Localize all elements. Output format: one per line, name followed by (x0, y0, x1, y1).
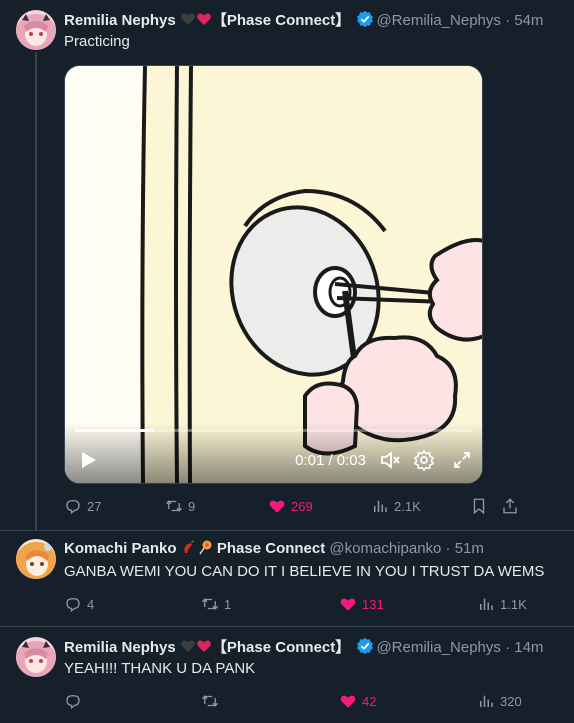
reply-count: 4 (87, 596, 95, 612)
tweet[interactable]: Remilia Nephys 【Phase Connect】 @Remilia_… (0, 0, 574, 530)
retweet-button[interactable]: 9 (165, 496, 195, 516)
views-chart-icon (374, 500, 387, 512)
tweet-header: Komachi Panko Phase Connect @komachipank… (64, 539, 564, 559)
like-button[interactable]: 269 (268, 496, 313, 516)
thread-line (35, 52, 37, 530)
display-name[interactable]: Komachi Panko (64, 540, 177, 557)
tweet-text: Practicing (64, 33, 130, 50)
retweet-button[interactable]: 1 (201, 594, 231, 614)
tweet-actions: 42 320 (64, 691, 534, 711)
avatar[interactable] (16, 637, 56, 677)
reply-button[interactable] (64, 691, 87, 711)
separator-dot: · (505, 639, 511, 656)
timestamp[interactable]: 14m (514, 639, 543, 656)
views-count: 1.1K (500, 596, 527, 612)
video-time-readout: 0:01 / 0:03 (295, 452, 366, 469)
tweet-text: GANBA WEMI YOU CAN DO IT I BELIEVE IN YO… (64, 563, 545, 580)
retweet-icon (201, 598, 219, 610)
user-handle[interactable]: @komachipanko (329, 540, 441, 557)
user-handle[interactable]: @Remilia_Nephys (376, 12, 500, 29)
retweet-count: 9 (188, 498, 196, 514)
timestamp[interactable]: 51m (455, 540, 484, 557)
heart-filled-icon (340, 695, 356, 708)
progress-bar-fill (75, 429, 155, 432)
chili-pepper-icon (181, 539, 197, 559)
views-button[interactable]: 320 (477, 691, 522, 711)
red-heart-icon (196, 638, 212, 657)
views-count: 320 (500, 693, 522, 709)
verified-badge-icon[interactable] (356, 637, 374, 657)
views-chart-icon (480, 695, 493, 707)
tweet-reply[interactable]: Komachi Panko Phase Connect @komachipank… (0, 530, 574, 627)
display-name-suffix: 【Phase Connect】 (211, 12, 351, 29)
display-name[interactable]: Remilia Nephys (64, 639, 176, 656)
views-chart-icon (480, 598, 493, 610)
share-icon (503, 498, 517, 514)
timestamp[interactable]: 54m (514, 12, 543, 29)
tweet-text: YEAH!!! THANK U DA PANK (64, 660, 256, 677)
heart-filled-icon (340, 598, 356, 611)
share-button[interactable] (501, 496, 519, 516)
mute-icon[interactable] (379, 449, 401, 471)
reply-icon (66, 500, 80, 515)
reply-icon (66, 695, 80, 710)
separator-dot: · (505, 12, 511, 29)
like-count: 42 (362, 693, 377, 709)
display-name-suffix: 【Phase Connect】 (211, 639, 351, 656)
play-icon[interactable] (77, 449, 99, 471)
black-heart-icon (180, 11, 196, 30)
views-button[interactable]: 1.1K (477, 594, 527, 614)
bookmark-icon (473, 498, 485, 515)
red-heart-icon (196, 11, 212, 30)
reply-button[interactable]: 4 (64, 594, 94, 614)
fullscreen-icon[interactable] (451, 449, 473, 471)
reply-count: 27 (87, 498, 102, 514)
reply-icon (66, 598, 80, 613)
views-button[interactable]: 2.1K (371, 496, 421, 516)
like-count: 131 (362, 596, 384, 612)
tweet-reply[interactable]: Remilia Nephys 【Phase Connect】 @Remilia_… (0, 626, 574, 723)
verified-badge-icon[interactable] (356, 10, 374, 30)
tweet-actions: 27 9 269 2.1K (64, 496, 534, 516)
tweet-header: Remilia Nephys 【Phase Connect】 @Remilia_… (64, 10, 564, 30)
settings-gear-icon[interactable] (413, 449, 435, 471)
tweet-header: Remilia Nephys 【Phase Connect】 @Remilia_… (64, 637, 564, 657)
like-button[interactable]: 131 (339, 594, 384, 614)
like-button[interactable]: 42 (339, 691, 376, 711)
video-frame-image (65, 66, 482, 483)
display-name[interactable]: Remilia Nephys (64, 12, 176, 29)
heart-filled-icon (269, 500, 285, 513)
user-handle[interactable]: @Remilia_Nephys (376, 639, 500, 656)
tweet-actions: 4 1 131 1.1K (64, 594, 534, 614)
retweet-icon (165, 500, 183, 512)
video-player[interactable]: 0:01 / 0:03 (64, 65, 483, 484)
retweet-icon (201, 695, 219, 707)
avatar[interactable] (16, 539, 56, 579)
separator-dot: · (445, 540, 451, 557)
video-controls: 0:01 / 0:03 (65, 423, 482, 483)
lollipop-icon (197, 539, 213, 559)
retweet-count: 1 (224, 596, 232, 612)
avatar[interactable] (16, 10, 56, 50)
display-name-suffix: Phase Connect (216, 540, 326, 557)
retweet-button[interactable] (201, 691, 224, 711)
like-count: 269 (291, 498, 313, 514)
progress-bar[interactable] (75, 429, 472, 432)
bookmark-button[interactable] (470, 496, 488, 516)
reply-button[interactable]: 27 (64, 496, 101, 516)
black-heart-icon (180, 638, 196, 657)
views-count: 2.1K (394, 498, 421, 514)
